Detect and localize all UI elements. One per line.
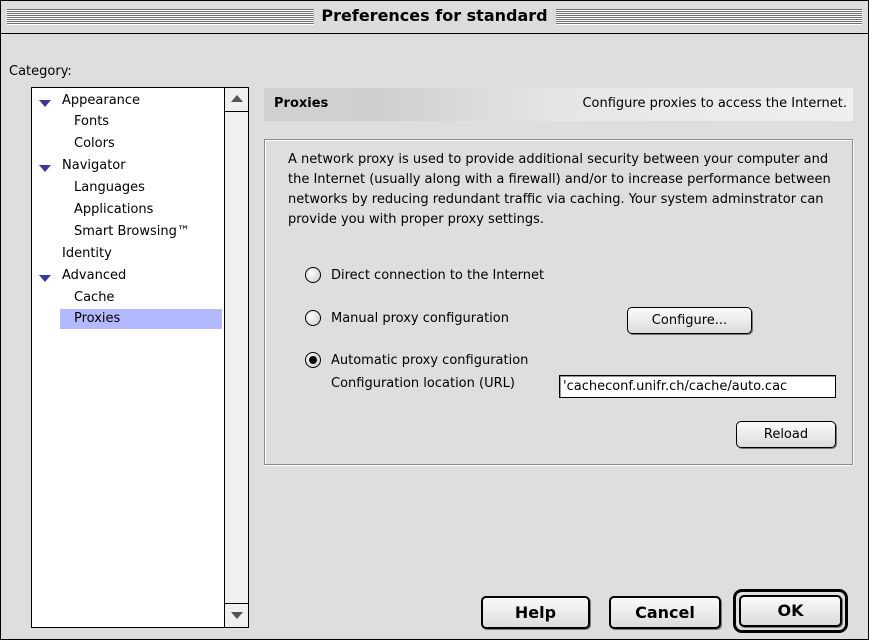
radio-button-icon[interactable] — [305, 310, 321, 326]
ok-button[interactable]: OK — [739, 595, 842, 627]
category-item-fonts[interactable]: Fonts — [74, 112, 109, 132]
category-item-smart-browsing[interactable]: Smart Browsing™ — [74, 222, 190, 242]
radio-automatic-label[interactable]: Automatic proxy configuration — [331, 351, 528, 371]
proxy-description: A network proxy is used to provide addit… — [288, 152, 831, 227]
radio-button-icon[interactable] — [305, 267, 321, 283]
panel-header: Proxies Configure proxies to access the … — [264, 88, 853, 121]
radio-manual-label[interactable]: Manual proxy configuration — [331, 309, 509, 329]
cancel-button[interactable]: Cancel — [609, 596, 721, 629]
category-item-languages[interactable]: Languages — [74, 178, 145, 198]
reload-button[interactable]: Reload — [736, 421, 836, 448]
disclosure-triangle-down-icon[interactable] — [39, 100, 51, 107]
disclosure-triangle-down-icon[interactable] — [39, 275, 51, 282]
category-item-navigator[interactable]: Navigator — [62, 156, 126, 176]
preferences-window: Preferences for standard Category: Appea… — [0, 0, 869, 640]
configuration-url-input[interactable] — [559, 375, 836, 398]
window-title: Preferences for standard — [313, 4, 556, 28]
category-item-proxies[interactable]: Proxies — [60, 309, 222, 329]
category-item-applications[interactable]: Applications — [74, 200, 153, 220]
scroll-up-arrow-icon[interactable] — [225, 88, 248, 112]
title-bar[interactable]: Preferences for standard — [1, 1, 868, 34]
panel-title: Proxies — [274, 96, 329, 111]
configure-button[interactable]: Configure... — [627, 307, 752, 334]
disclosure-triangle-down-icon[interactable] — [39, 165, 51, 172]
scroll-down-arrow-icon[interactable] — [225, 603, 248, 627]
category-scrollbar[interactable] — [224, 88, 248, 627]
help-button[interactable]: Help — [481, 596, 590, 629]
radio-button-checked-icon[interactable] — [305, 352, 321, 368]
panel-subtitle: Configure proxies to access the Internet… — [582, 96, 847, 111]
category-item-identity[interactable]: Identity — [62, 244, 112, 264]
category-item-appearance[interactable]: Appearance — [62, 91, 140, 111]
url-label: Configuration location (URL) — [331, 376, 515, 391]
radio-direct-label[interactable]: Direct connection to the Internet — [331, 266, 544, 286]
category-item-colors[interactable]: Colors — [74, 134, 115, 154]
category-item-cache[interactable]: Cache — [74, 288, 114, 308]
category-list[interactable]: Appearance Fonts Colors Navigator Langua… — [31, 87, 249, 628]
category-item-advanced[interactable]: Advanced — [62, 266, 126, 286]
category-label: Category: — [9, 64, 72, 79]
